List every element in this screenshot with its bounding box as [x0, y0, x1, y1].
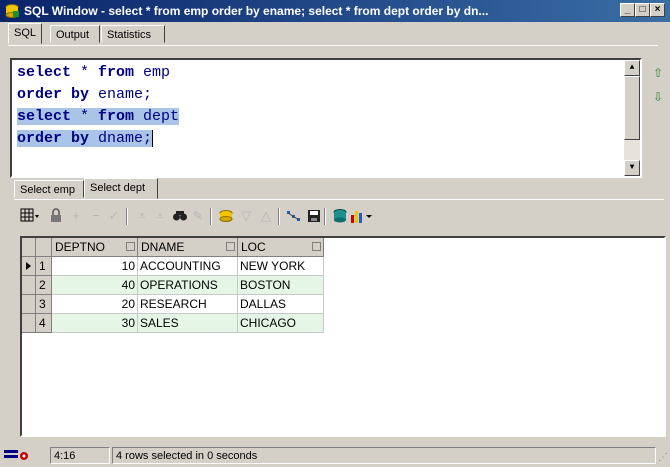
scroll-down-button[interactable]: ▼ — [624, 160, 640, 176]
cell-deptno[interactable]: 40 — [52, 276, 138, 295]
grid-view-icon[interactable] — [20, 207, 40, 225]
status-bar: 4:16 4 rows selected in 0 seconds ⋰ — [0, 444, 670, 467]
delete-record-icon[interactable]: − — [88, 207, 104, 225]
cell-loc[interactable]: CHICAGO — [238, 314, 324, 333]
clear-filter-icon[interactable]: ⩡ — [152, 207, 168, 225]
lock-icon[interactable] — [48, 207, 64, 225]
title-bar[interactable]: SQL Window - select * from emp order by … — [0, 0, 670, 22]
move-up-arrow-icon[interactable]: ⇧ — [651, 66, 665, 80]
cell-deptno[interactable]: 20 — [52, 295, 138, 314]
close-button[interactable]: × — [650, 3, 665, 17]
tab-sql[interactable]: SQL — [8, 23, 42, 44]
toolbar-separator — [278, 208, 280, 225]
post-record-icon[interactable]: ✓ — [106, 207, 122, 225]
tab-select-emp[interactable]: Select emp — [14, 180, 84, 198]
row-indicator[interactable] — [22, 295, 36, 314]
status-message: 4 rows selected in 0 seconds — [112, 447, 656, 464]
sql-window-icon — [4, 3, 20, 19]
code-line-1: select * from emp — [17, 64, 171, 81]
row-indicator[interactable] — [22, 276, 36, 295]
filter-icon[interactable]: ⩡ — [134, 207, 150, 225]
tab-statistics[interactable]: Statistics — [101, 25, 165, 43]
cell-deptno[interactable]: 10 — [52, 257, 138, 276]
add-record-icon[interactable]: + — [68, 207, 84, 225]
row-indicator[interactable] — [22, 257, 36, 276]
next-page-icon[interactable]: ▽ — [238, 207, 254, 225]
column-header-deptno[interactable]: DEPTNO — [52, 238, 138, 257]
chart-icon[interactable] — [350, 207, 374, 225]
resize-grip-icon[interactable]: ⋰ — [658, 452, 668, 464]
toolbar-separator — [210, 208, 212, 225]
column-header-loc[interactable]: LOC — [238, 238, 324, 257]
scroll-up-button[interactable]: ▲ — [624, 60, 640, 76]
scroll-thumb[interactable] — [624, 76, 640, 140]
row-number[interactable]: 2 — [36, 276, 52, 295]
cursor-position: 4:16 — [50, 447, 110, 464]
cell-dname[interactable]: ACCOUNTING — [138, 257, 238, 276]
result-tab-divider — [14, 199, 664, 200]
save-icon[interactable] — [306, 207, 322, 225]
row-number[interactable]: 3 — [36, 295, 52, 314]
clear-icon[interactable]: ✎ — [190, 207, 206, 225]
grid-corner — [22, 238, 36, 257]
code-line-4: order by dname; — [17, 129, 154, 147]
text-caret — [152, 129, 154, 147]
row-number[interactable]: 4 — [36, 314, 52, 333]
rownum-header — [36, 238, 52, 257]
cell-loc[interactable]: BOSTON — [238, 276, 324, 295]
print-icon[interactable] — [332, 207, 348, 225]
last-page-icon[interactable]: △ — [258, 207, 274, 225]
tab-divider — [8, 45, 658, 46]
row-number[interactable]: 1 — [36, 257, 52, 276]
tab-select-dept[interactable]: Select dept — [84, 178, 158, 199]
cell-dname[interactable]: RESEARCH — [138, 295, 238, 314]
cell-loc[interactable]: NEW YORK — [238, 257, 324, 276]
move-down-arrow-icon[interactable]: ⇩ — [651, 90, 665, 104]
cell-loc[interactable]: DALLAS — [238, 295, 324, 314]
window-title: SQL Window - select * from emp order by … — [24, 4, 489, 18]
find-icon[interactable] — [172, 207, 188, 225]
editor-scrollbar[interactable]: ▲ ▼ — [624, 60, 640, 176]
column-header-dname[interactable]: DNAME — [138, 238, 238, 257]
tab-output[interactable]: Output — [50, 25, 100, 43]
result-grid[interactable]: DEPTNO DNAME LOC 1 10 ACCOUNTING NEW YOR… — [20, 236, 666, 437]
maximize-button[interactable]: □ — [635, 3, 650, 17]
minimize-button[interactable]: _ — [620, 3, 635, 17]
sql-editor[interactable]: select * from emp order by ename; select… — [10, 58, 642, 178]
toolbar-separator — [126, 208, 128, 225]
query-by-example-icon[interactable] — [218, 207, 234, 225]
editor-mode-icon[interactable] — [4, 448, 28, 463]
row-indicator[interactable] — [22, 314, 36, 333]
cell-dname[interactable]: OPERATIONS — [138, 276, 238, 295]
cell-deptno[interactable]: 30 — [52, 314, 138, 333]
code-line-3: select * from dept — [17, 108, 180, 125]
code-line-2: order by ename; — [17, 86, 153, 103]
export-icon[interactable] — [286, 207, 302, 225]
toolbar-separator — [324, 208, 326, 225]
cell-dname[interactable]: SALES — [138, 314, 238, 333]
